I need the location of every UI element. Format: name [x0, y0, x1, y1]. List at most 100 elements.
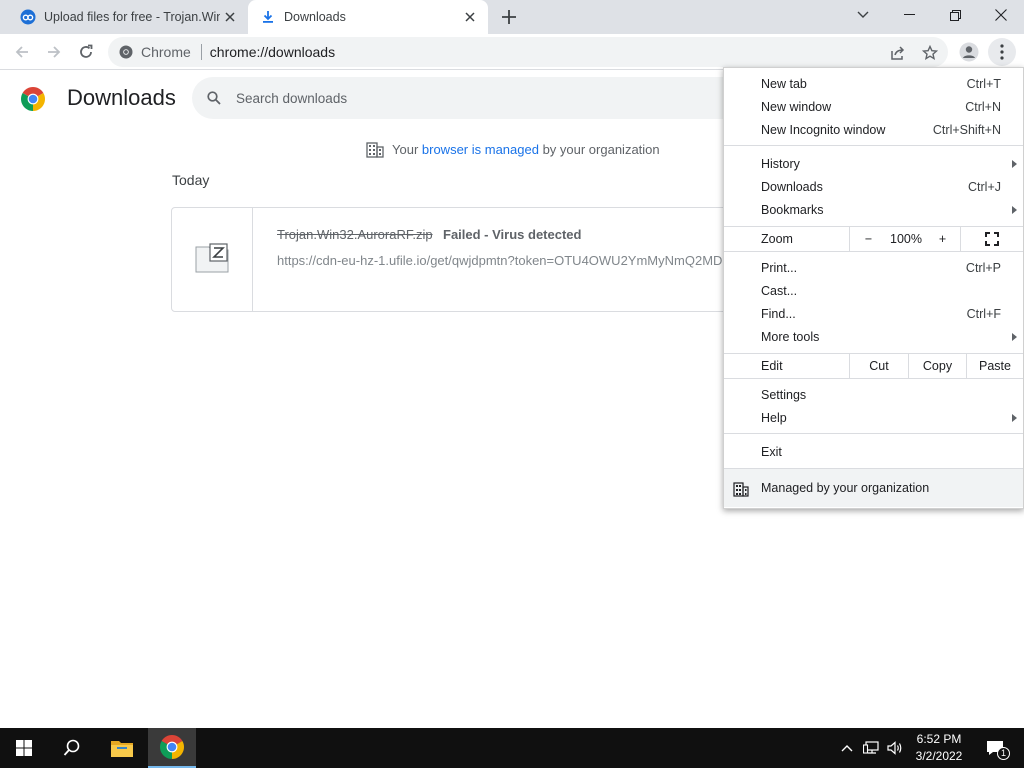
omnibox-divider [200, 44, 202, 60]
building-icon [366, 140, 384, 158]
search-icon [204, 88, 224, 108]
menu-item-new-incognito-window[interactable]: New Incognito window Ctrl+Shift+N [724, 118, 1023, 141]
paste-button[interactable]: Paste [966, 354, 1023, 378]
menu-item-find[interactable]: Find... Ctrl+F [724, 302, 1023, 325]
taskbar-search-button[interactable] [48, 728, 96, 768]
taskbar-chrome[interactable] [148, 728, 196, 768]
download-item: Trojan.Win32.AuroraRF.zip Failed - Virus… [171, 207, 771, 312]
menu-item-label: Downloads [761, 179, 823, 194]
chrome-menu: New tab Ctrl+T New window Ctrl+N New Inc… [723, 67, 1024, 509]
menu-item-label: Help [761, 410, 787, 425]
menu-separator [724, 251, 1023, 252]
tab-title: Downloads [284, 10, 346, 24]
menu-item-shortcut: Ctrl+F [966, 306, 1001, 321]
menu-item-label: Bookmarks [761, 202, 824, 217]
menu-item-label: Exit [761, 444, 782, 459]
taskbar-file-explorer[interactable] [98, 728, 146, 768]
managed-notice-prefix: Your [392, 141, 422, 157]
submenu-arrow-icon [1012, 205, 1017, 214]
menu-item-label: Settings [761, 387, 807, 402]
page-title: Downloads [67, 85, 176, 110]
menu-item-new-window[interactable]: New window Ctrl+N [724, 95, 1023, 118]
search-downloads-input[interactable] [236, 90, 716, 106]
menu-item-label: More tools [761, 329, 820, 344]
menu-item-settings[interactable]: Settings [724, 383, 1023, 406]
site-info-chip[interactable]: Chrome [108, 44, 191, 60]
menu-zoom-row: Zoom − 100% + [724, 227, 1023, 251]
zoom-label: Zoom [761, 232, 793, 246]
bookmark-star-icon[interactable] [918, 41, 942, 65]
managed-browser-link[interactable]: browser is managed [422, 142, 539, 157]
cut-button[interactable]: Cut [849, 354, 908, 378]
new-tab-button[interactable] [496, 5, 522, 29]
tab-strip: Upload files for free - Trojan.Win Downl… [0, 0, 1024, 34]
restore-button[interactable] [932, 0, 978, 30]
menu-item-label: New window [761, 99, 832, 114]
menu-item-history[interactable]: History [724, 152, 1023, 175]
action-center-button[interactable]: 1 [980, 728, 1010, 768]
chrome-menu-button[interactable] [988, 38, 1016, 66]
managed-notice-suffix: by your organization [538, 141, 660, 157]
tab-title: Upload files for free - Trojan.Win [44, 10, 220, 24]
fullscreen-icon[interactable] [960, 227, 1023, 251]
url-text: chrome://downloads [209, 44, 336, 60]
profile-avatar-icon[interactable] [955, 38, 983, 66]
menu-item-new-tab[interactable]: New tab Ctrl+T [724, 72, 1023, 95]
zoom-in-button[interactable]: + [925, 227, 960, 251]
date-section-heading: Today [172, 172, 210, 188]
menu-item-help[interactable]: Help [724, 406, 1023, 429]
menu-separator [724, 145, 1023, 146]
building-icon [733, 481, 749, 497]
managed-notice: Your browser is managed by your organiza… [366, 140, 660, 158]
menu-item-bookmarks[interactable]: Bookmarks [724, 198, 1023, 221]
system-clock[interactable]: 6:52 PM 3/2/2022 [900, 731, 978, 765]
chrome-icon [119, 45, 133, 59]
network-icon[interactable] [859, 728, 883, 768]
search-box[interactable] [192, 77, 752, 119]
zoom-level: 100% [890, 232, 922, 246]
menu-item-shortcut: Ctrl+Shift+N [932, 122, 1001, 137]
menu-separator [724, 378, 1023, 379]
menu-item-cast[interactable]: Cast... [724, 279, 1023, 302]
notification-icon: 1 [986, 740, 1010, 760]
show-hidden-icons-button[interactable] [836, 728, 858, 768]
address-bar[interactable]: Chrome chrome://downloads [108, 37, 948, 67]
close-window-button[interactable] [978, 0, 1024, 30]
forward-button[interactable] [40, 38, 68, 66]
menu-item-downloads[interactable]: Downloads Ctrl+J [724, 175, 1023, 198]
download-file-name[interactable]: Trojan.Win32.AuroraRF.zip [277, 227, 433, 242]
menu-item-label: Find... [761, 306, 796, 321]
file-icon-cell [172, 208, 253, 311]
ufile-favicon-icon [20, 9, 36, 25]
copy-button[interactable]: Copy [908, 354, 966, 378]
menu-item-more-tools[interactable]: More tools [724, 325, 1023, 348]
menu-item-shortcut: Ctrl+P [965, 260, 1001, 275]
close-tab-icon[interactable] [460, 7, 480, 27]
tab-search-icon[interactable] [840, 0, 886, 30]
menu-edit-row: Edit Cut Copy Paste [724, 354, 1023, 378]
tab-upload[interactable]: Upload files for free - Trojan.Win [8, 0, 248, 34]
share-icon[interactable] [886, 41, 910, 65]
menu-item-label: History [761, 156, 800, 171]
menu-item-print[interactable]: Print... Ctrl+P [724, 256, 1023, 279]
windows-logo-icon [16, 740, 32, 756]
close-tab-icon[interactable] [220, 7, 240, 27]
tab-downloads[interactable]: Downloads [248, 0, 488, 34]
minimize-button[interactable] [886, 0, 932, 30]
menu-item-label: Managed by your organization [761, 481, 930, 495]
menu-item-shortcut: Ctrl+J [968, 179, 1001, 194]
menu-item-managed[interactable]: Managed by your organization [724, 469, 1023, 507]
menu-item-exit[interactable]: Exit [724, 440, 1023, 463]
menu-item-shortcut: Ctrl+N [965, 99, 1001, 114]
submenu-arrow-icon [1012, 413, 1017, 422]
download-source-url[interactable]: https://cdn-eu-hz-1.ufile.io/get/qwjdpmt… [277, 253, 723, 268]
back-button[interactable] [8, 38, 36, 66]
clock-date: 3/2/2022 [915, 749, 963, 763]
zoom-out-button[interactable]: − [849, 227, 887, 251]
menu-item-label: Cast... [761, 283, 798, 298]
submenu-arrow-icon [1012, 159, 1017, 168]
reload-button[interactable] [72, 38, 100, 66]
start-button[interactable] [0, 728, 48, 768]
submenu-arrow-icon [1012, 332, 1017, 341]
menu-separator [724, 433, 1023, 434]
